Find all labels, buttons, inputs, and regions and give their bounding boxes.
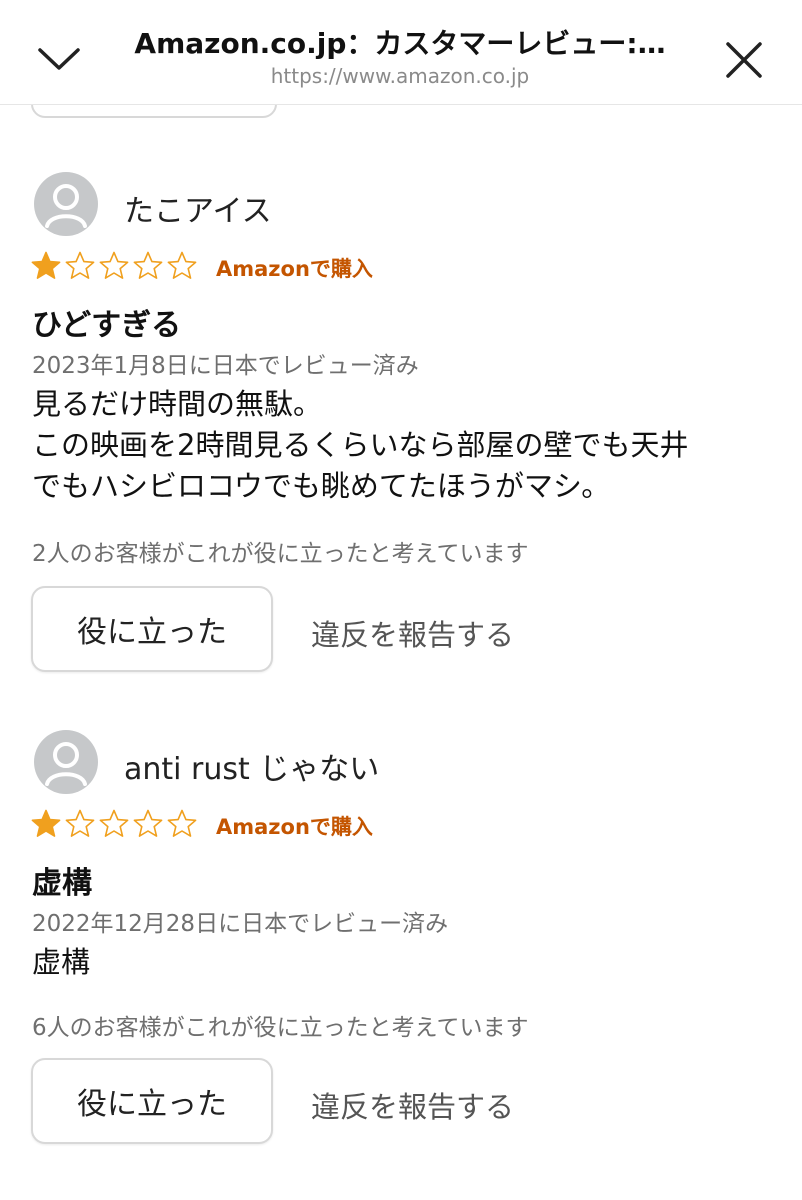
helpful-button[interactable]: 役に立った bbox=[31, 1058, 273, 1144]
review-body: 虚構 bbox=[32, 942, 777, 983]
review-date: 2023年1月8日に日本でレビュー済み bbox=[32, 353, 419, 379]
report-abuse-link[interactable]: 違反を報告する bbox=[311, 612, 514, 654]
star-empty-icon bbox=[167, 809, 197, 837]
page-title: Amazon.co.jp：カスタマーレビュー:… bbox=[134, 27, 666, 60]
review-title: ひどすぎる bbox=[32, 308, 182, 343]
star-empty-icon bbox=[65, 809, 95, 837]
star-filled-icon bbox=[31, 251, 61, 279]
star-empty-icon bbox=[65, 251, 95, 279]
user-avatar-icon bbox=[34, 172, 98, 236]
user-avatar-icon bbox=[34, 730, 98, 794]
review-date: 2022年12月28日に日本でレビュー済み bbox=[32, 911, 449, 937]
report-abuse-link[interactable]: 違反を報告する bbox=[311, 1084, 514, 1126]
star-rating bbox=[30, 250, 198, 282]
close-icon[interactable] bbox=[722, 38, 766, 82]
star-filled-icon bbox=[31, 809, 61, 837]
verified-purchase-badge: Amazonで購入 bbox=[216, 257, 373, 281]
chevron-down-icon[interactable] bbox=[34, 38, 84, 78]
star-empty-icon bbox=[99, 251, 129, 279]
page-url: https://www.amazon.co.jp bbox=[270, 64, 530, 88]
review-title: 虚構 bbox=[32, 866, 92, 901]
helpful-count: 2人のお客様がこれが役に立ったと考えています bbox=[32, 541, 529, 567]
star-empty-icon bbox=[133, 251, 163, 279]
verified-purchase-badge: Amazonで購入 bbox=[216, 815, 373, 839]
helpful-button[interactable]: 役に立った bbox=[31, 586, 273, 672]
helpful-count: 6人のお客様がこれが役に立ったと考えています bbox=[32, 1015, 529, 1041]
star-empty-icon bbox=[133, 809, 163, 837]
review-body: 見るだけ時間の無駄。 この映画を2時間見るくらいなら部屋の壁でも天井 でもハシビ… bbox=[32, 384, 777, 507]
reviewer-name[interactable]: anti rust じゃない bbox=[124, 744, 379, 788]
browser-header: Amazon.co.jp：カスタマーレビュー:… https://www.ama… bbox=[0, 0, 802, 105]
review-body-line: 見るだけ時間の無駄。 bbox=[32, 387, 323, 421]
review-body-line: 虚構 bbox=[32, 945, 91, 979]
review-body-line: でもハシビロコウでも眺めてたほうがマシ。 bbox=[32, 469, 611, 503]
review-body-line: この映画を2時間見るくらいなら部屋の壁でも天井 bbox=[32, 428, 689, 462]
reviewer-name[interactable]: たこアイス bbox=[124, 186, 272, 230]
star-empty-icon bbox=[167, 251, 197, 279]
star-rating bbox=[30, 808, 198, 840]
star-empty-icon bbox=[99, 809, 129, 837]
